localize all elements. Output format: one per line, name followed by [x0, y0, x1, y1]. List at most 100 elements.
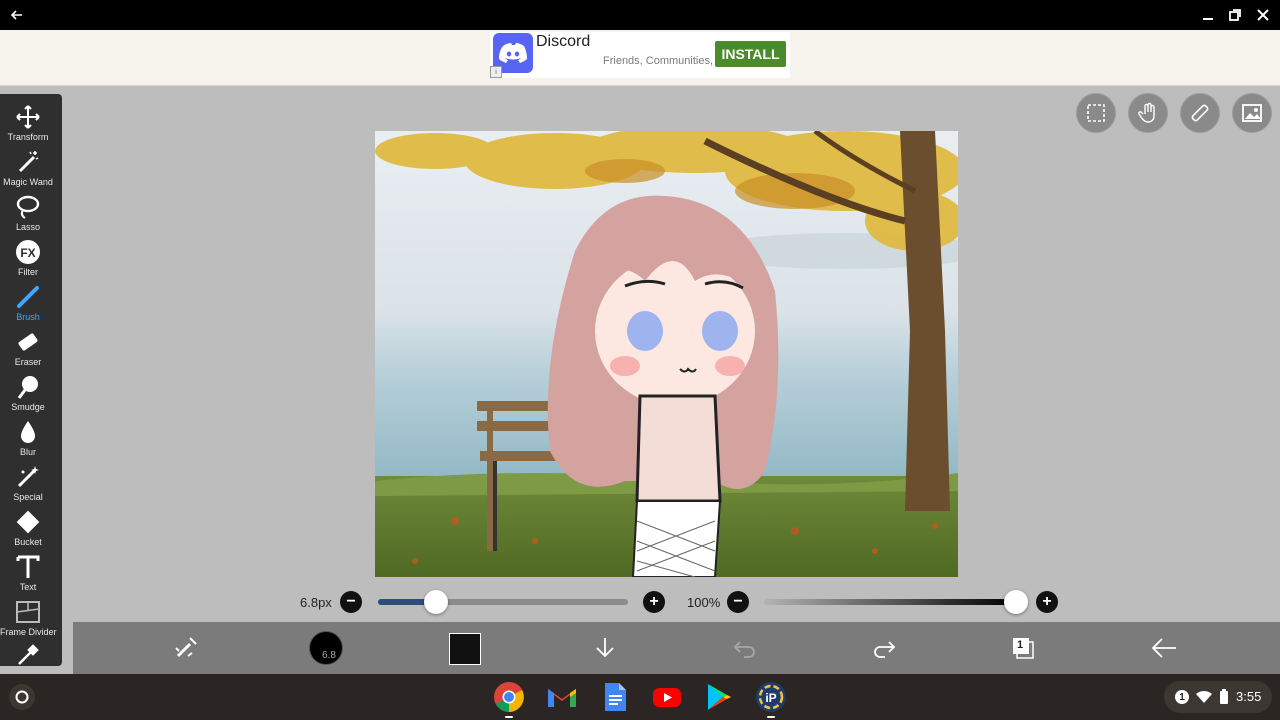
tool-label: Brush	[16, 312, 40, 322]
undo-icon	[733, 641, 755, 658]
color-swatch-button[interactable]	[449, 633, 481, 665]
ad-subtitle: Friends, Communities,	[603, 55, 714, 67]
magic-wand-icon	[18, 151, 39, 173]
down-arrow-icon	[596, 638, 614, 658]
tool-label: Frame Divider	[0, 627, 57, 637]
tool-bucket[interactable]: Bucket	[0, 507, 56, 551]
hand-icon	[1138, 102, 1155, 123]
ruler-button[interactable]	[1180, 93, 1220, 133]
artwork-canvas[interactable]	[375, 131, 958, 577]
brush-settings-icon	[175, 637, 197, 658]
brush-size-increase-button[interactable]: +	[643, 591, 665, 613]
play-store-icon[interactable]	[703, 681, 735, 713]
launcher-icon	[15, 690, 29, 704]
opacity-slider[interactable]	[764, 590, 1028, 614]
tool-special[interactable]: Special	[0, 462, 56, 506]
tool-label: Filter	[18, 267, 38, 277]
restore-icon[interactable]	[1226, 6, 1244, 24]
wifi-icon	[1196, 690, 1212, 703]
brush-size-decrease-button[interactable]: −	[340, 591, 362, 613]
window-titlebar	[0, 0, 1280, 30]
opacity-knob[interactable]	[1004, 590, 1028, 614]
ibispaint-icon[interactable]: iP	[755, 681, 787, 713]
launcher-button[interactable]	[9, 684, 35, 710]
text-icon	[16, 555, 40, 578]
svg-text:iP: iP	[765, 691, 776, 705]
back-arrow-icon[interactable]	[8, 6, 26, 24]
tool-filter[interactable]: FX Filter	[0, 237, 56, 281]
close-icon[interactable]	[1254, 6, 1272, 24]
redo-icon	[874, 641, 896, 658]
tool-label: Blur	[19, 447, 36, 457]
back-arrow-icon	[1151, 638, 1176, 658]
material-button[interactable]	[1232, 93, 1272, 133]
image-icon	[1242, 104, 1262, 122]
running-indicator	[767, 716, 775, 718]
battery-icon	[1220, 689, 1228, 704]
install-button[interactable]: INSTALL	[715, 41, 786, 67]
exit-button[interactable]	[1148, 632, 1180, 664]
os-shelf: iP 1 3:55	[0, 674, 1280, 720]
opacity-label: 100%	[687, 595, 721, 610]
redo-button[interactable]	[868, 632, 900, 664]
clock-time: 3:55	[1236, 689, 1262, 704]
tool-label: Transform	[7, 132, 49, 142]
youtube-icon[interactable]	[651, 681, 683, 713]
notification-count-badge: 1	[1175, 690, 1189, 704]
hand-tool-button[interactable]	[1128, 93, 1168, 133]
brush-icon	[17, 286, 39, 308]
brush-size-slider[interactable]	[378, 590, 628, 614]
tool-magic-wand[interactable]: Magic Wand	[0, 147, 56, 191]
download-button[interactable]	[589, 632, 621, 664]
tool-label: Text	[19, 582, 37, 592]
selection-button[interactable]	[1076, 93, 1116, 133]
artwork-illustration	[375, 131, 958, 577]
special-icon	[17, 466, 39, 488]
tool-transform[interactable]: Transform	[0, 102, 56, 146]
tool-smudge[interactable]: Smudge	[0, 372, 56, 416]
tool-text[interactable]: Text	[0, 552, 56, 596]
tool-label: Magic Wand	[3, 177, 53, 187]
eraser-icon	[18, 333, 38, 351]
docs-icon[interactable]	[599, 681, 631, 713]
tool-label: Smudge	[11, 402, 45, 412]
brush-preview-button[interactable]: 6.8	[309, 631, 343, 665]
svg-text:FX: FX	[20, 246, 35, 260]
tool-eyedropper[interactable]	[0, 640, 56, 665]
tool-blur[interactable]: Blur	[0, 417, 56, 461]
tool-label: Eraser	[14, 357, 42, 367]
discord-ad[interactable]: Discord Friends, Communities, INSTALL i	[490, 32, 790, 78]
chrome-icon[interactable]	[493, 681, 525, 713]
brush-size-knob[interactable]	[423, 590, 448, 614]
frame-divider-icon	[16, 601, 40, 623]
opacity-increase-button[interactable]: +	[1036, 591, 1058, 613]
layers-button[interactable]: 1	[1007, 632, 1039, 664]
ad-title: Discord	[536, 33, 591, 50]
tool-label: Lasso	[15, 222, 41, 232]
undo-button[interactable]	[729, 632, 761, 664]
brush-preview-value: 6.8	[322, 650, 336, 661]
status-tray[interactable]: 1 3:55	[1164, 681, 1272, 713]
tool-lasso[interactable]: Lasso	[0, 192, 56, 236]
opacity-decrease-button[interactable]: −	[727, 591, 749, 613]
selection-icon	[1087, 104, 1105, 122]
ad-banner-area: Discord Friends, Communities, INSTALL i	[0, 30, 1280, 86]
running-indicator	[505, 716, 513, 718]
tool-panel: Transform Magic Wand Lasso FX Filter Bru…	[0, 94, 62, 666]
layer-count: 1	[1017, 639, 1024, 651]
ad-choices-icon[interactable]: i	[490, 66, 502, 78]
brush-settings-button[interactable]	[170, 632, 202, 664]
tool-label: Special	[13, 492, 43, 502]
smudge-icon	[17, 376, 38, 399]
move-icon	[16, 105, 40, 129]
ruler-icon	[1191, 104, 1209, 122]
tool-frame-divider[interactable]: Frame Divider	[0, 597, 57, 641]
bucket-icon	[16, 510, 40, 534]
fx-icon: FX	[16, 240, 40, 264]
tool-eraser[interactable]: Eraser	[0, 327, 56, 371]
lasso-icon	[16, 195, 40, 219]
tool-brush[interactable]: Brush	[0, 282, 56, 326]
eyedropper-icon	[18, 644, 39, 665]
minimize-icon[interactable]	[1199, 6, 1217, 24]
gmail-icon[interactable]	[546, 681, 578, 713]
